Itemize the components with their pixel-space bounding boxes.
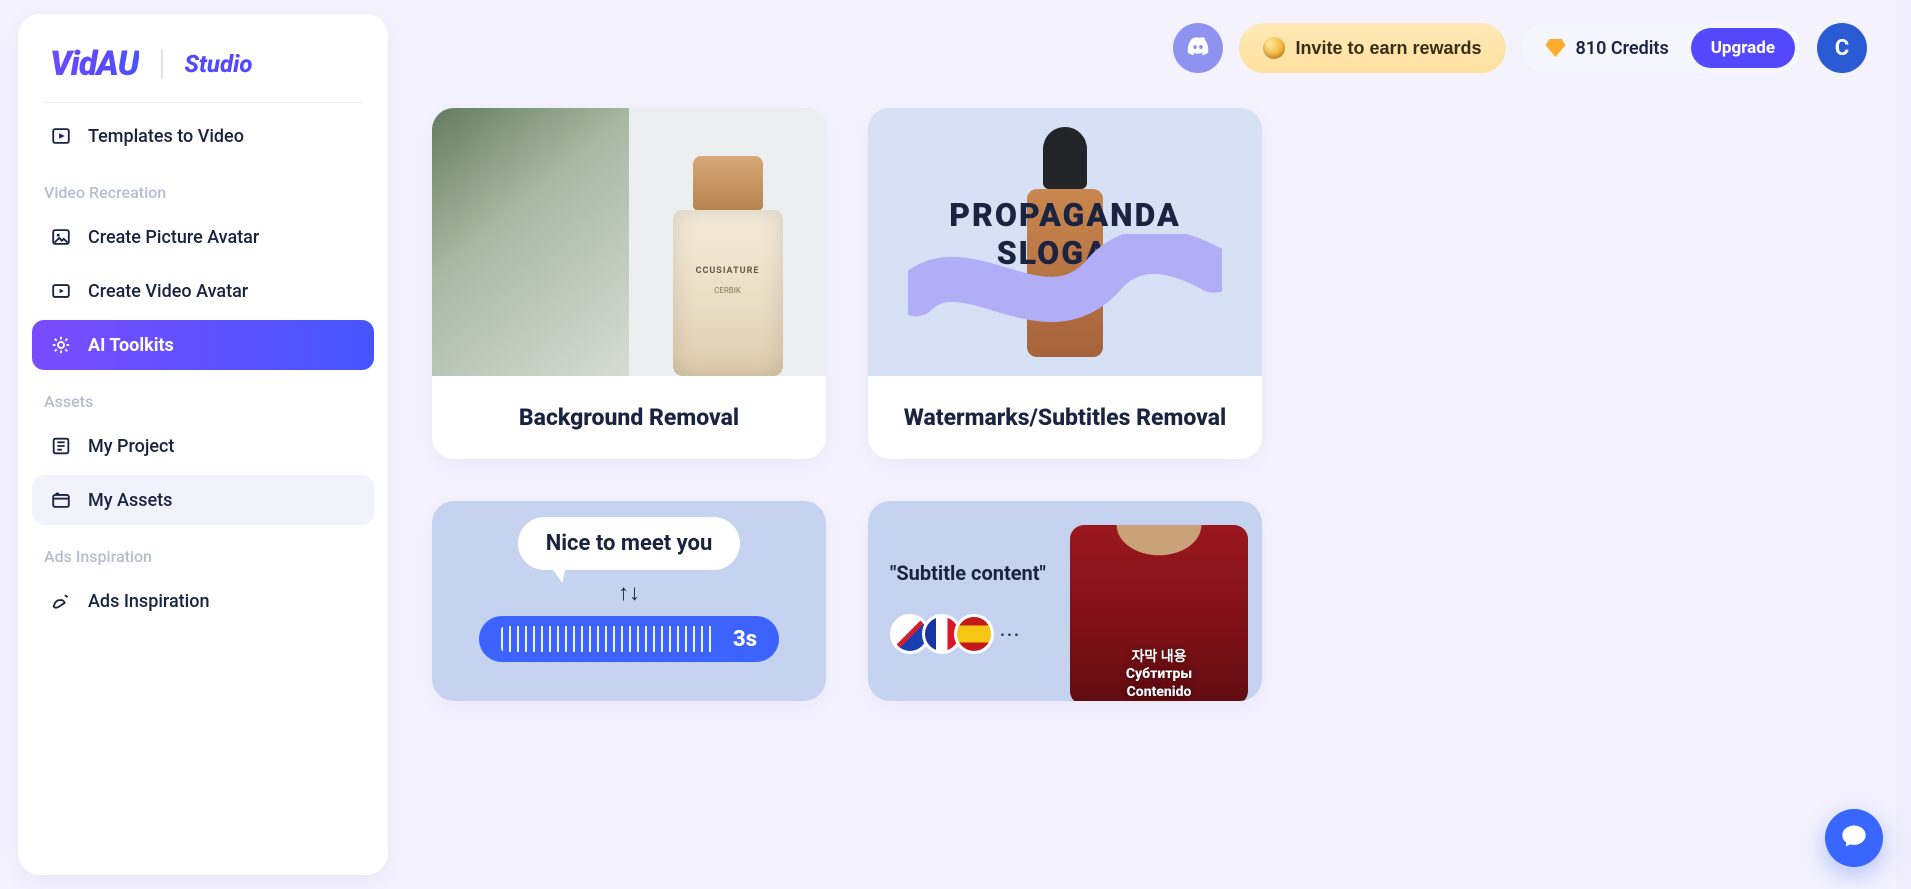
invite-label: Invite to earn rewards [1295,38,1481,59]
sidebar: VidAU Studio Templates to Video Video Re… [18,14,388,875]
assets-icon [50,489,72,511]
credits-value: 810 Credits [1576,38,1669,59]
scrollbar-track[interactable] [1896,0,1911,889]
header: Invite to earn rewards 810 Credits Upgra… [388,0,1911,78]
project-icon [50,435,72,457]
tool-card-watermark-removal[interactable]: PROPAGANDA SLOGAN Watermarks/Subtitles R… [868,108,1262,459]
subtitle-quote: "Subtitle content" [890,561,1058,586]
sidebar-item-templates-to-video[interactable]: Templates to Video [32,111,374,161]
sidebar-item-ads-inspiration[interactable]: Ads Inspiration [32,576,374,626]
swap-arrows-icon: ↑↓ [618,580,640,606]
flag-es-icon [954,614,994,654]
logo-main: VidAU [50,44,139,84]
sidebar-item-my-project[interactable]: My Project [32,421,374,471]
templates-icon [50,125,72,147]
tool-card-speech-timing[interactable]: Nice to meet you ↑↓ 3s [432,501,826,701]
ai-toolkits-icon [50,334,72,356]
chat-fab[interactable] [1825,809,1883,867]
sidebar-item-label: My Assets [88,490,172,511]
sub-line: Contenido [1070,684,1248,702]
sidebar-item-create-picture-avatar[interactable]: Create Picture Avatar [32,212,374,262]
discord-button[interactable] [1173,23,1223,73]
sidebar-item-label: Templates to Video [88,126,244,147]
tool-thumb: "Subtitle content" ··· [868,501,1262,701]
video-avatar-icon [50,280,72,302]
sub-line: Субтитры [1070,666,1248,684]
sidebar-item-label: Create Picture Avatar [88,227,259,248]
bottle-sublabel: CERBIK [691,286,765,295]
waveform-pill: 3s [479,616,779,662]
tool-card-background-removal[interactable]: CCUSIATURE CERBIK Background Removal [432,108,826,459]
main: Invite to earn rewards 810 Credits Upgra… [388,0,1911,889]
prop-line1: PROPAGANDA [868,196,1262,234]
speech-bubble: Nice to meet you [518,517,741,570]
sidebar-item-label: Ads Inspiration [88,591,209,612]
tool-thumb: PROPAGANDA SLOGAN [868,108,1262,376]
sidebar-divider [44,102,362,103]
picture-avatar-icon [50,226,72,248]
subtitle-preview: 자막 내용 Субтитры Contenido [1070,525,1248,701]
bottle-label: CCUSIATURE [691,266,765,276]
sidebar-section-video-recreation: Video Recreation [32,165,374,208]
tool-title: Background Removal [432,376,826,459]
duration: 3s [733,627,757,652]
avatar[interactable]: C [1817,23,1867,73]
flags-more: ··· [1000,625,1021,644]
sidebar-item-label: Create Video Avatar [88,281,248,302]
credits-button[interactable]: 810 Credits Upgrade [1522,23,1801,73]
waveform-ticks [501,626,717,652]
tools-grid: CCUSIATURE CERBIK Background Removal [388,78,1911,701]
sidebar-section-ads-inspiration: Ads Inspiration [32,529,374,572]
sidebar-item-label: My Project [88,436,174,457]
discord-icon [1185,33,1211,63]
ads-inspiration-icon [50,590,72,612]
invite-rewards-button[interactable]: Invite to earn rewards [1239,23,1505,73]
swoosh-icon [908,234,1222,324]
coin-icon [1263,37,1285,59]
logo-studio: Studio [185,50,253,78]
sidebar-item-ai-toolkits[interactable]: AI Toolkits [32,320,374,370]
tool-thumb: CCUSIATURE CERBIK [432,108,826,376]
diamond-icon [1546,39,1566,57]
sidebar-item-my-assets[interactable]: My Assets [32,475,374,525]
logo-divider [161,49,163,79]
upgrade-button[interactable]: Upgrade [1691,28,1795,68]
flag-row: ··· [890,614,1058,654]
chat-icon [1840,822,1868,854]
tool-thumb: Nice to meet you ↑↓ 3s [432,501,826,701]
sidebar-item-create-video-avatar[interactable]: Create Video Avatar [32,266,374,316]
tool-title: Watermarks/Subtitles Removal [868,376,1262,459]
sidebar-item-label: AI Toolkits [88,335,174,356]
sub-line: 자막 내용 [1070,649,1248,667]
tool-card-subtitle-translate[interactable]: "Subtitle content" ··· [868,501,1262,701]
logo[interactable]: VidAU Studio [32,38,374,102]
sidebar-section-assets: Assets [32,374,374,417]
